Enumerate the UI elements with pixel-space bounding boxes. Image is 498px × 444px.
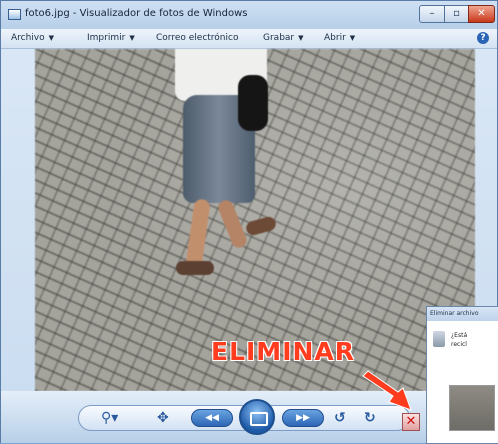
bottom-toolbar: ⚲▾ ✥ ◀◀ ▶▶ ↺ ↻ — [1, 391, 497, 443]
actual-size-icon[interactable]: ✥ — [157, 410, 169, 426]
menu-abrir-label: Abrir — [324, 33, 346, 43]
menu-imprimir[interactable]: Imprimir ▼ — [87, 33, 135, 43]
menu-bar: Archivo ▼ Imprimir ▼ Correo electrónico Gr… — [1, 29, 497, 49]
dialog-message: ¿Está recicl — [451, 332, 468, 348]
annotation-label: ELIMINAR — [211, 337, 356, 366]
next-icon[interactable]: ▶▶ — [282, 409, 324, 427]
annotation-arrow-icon — [362, 370, 412, 411]
menu-correo[interactable]: Correo electrónico — [156, 33, 238, 43]
zoom-icon[interactable]: ⚲▾ — [101, 410, 118, 426]
dialog-title[interactable]: Eliminar archivo — [427, 307, 498, 321]
menu-archivo-label: Archivo — [11, 33, 45, 43]
minimize-button[interactable]: – — [419, 5, 445, 23]
delete-icon[interactable]: ✕ — [402, 413, 420, 431]
close-button[interactable]: ✕ — [468, 5, 495, 23]
close-icon: ✕ — [477, 8, 486, 19]
minimize-icon: – — [429, 8, 435, 19]
rotate-left-icon[interactable]: ↺ — [334, 410, 346, 426]
photo-shoe — [244, 215, 278, 237]
photo-leg — [216, 198, 249, 250]
help-icon[interactable]: ? — [477, 32, 489, 44]
title-bar[interactable]: foto6.jpg - Visualizador de fotos de Win… — [1, 1, 497, 29]
maximize-button[interactable]: ▫ — [444, 5, 469, 23]
photo-bag — [238, 75, 268, 131]
menu-archivo[interactable]: Archivo ▼ — [11, 33, 54, 43]
slideshow-icon[interactable] — [239, 399, 275, 435]
previous-icon[interactable]: ◀◀ — [191, 409, 233, 427]
photo-shoe — [176, 261, 214, 275]
chevron-down-icon: ▼ — [129, 34, 135, 42]
menu-abrir[interactable]: Abrir ▼ — [324, 33, 355, 43]
dialog-body: ¿Está recicl — [427, 321, 498, 443]
photo-viewer-window: foto6.jpg - Visualizador de fotos de Win… — [0, 0, 498, 444]
menu-grabar-label: Grabar — [263, 33, 295, 43]
menu-imprimir-label: Imprimir — [87, 33, 126, 43]
chevron-down-icon: ▼ — [298, 34, 304, 42]
chevron-down-icon: ▼ — [48, 34, 55, 42]
photo-leg — [185, 198, 211, 270]
delete-dialog: Eliminar archivo ¿Está recicl — [426, 306, 498, 444]
photo-viewer-icon — [8, 9, 21, 20]
dialog-thumbnail — [449, 385, 495, 431]
recycle-bin-icon — [433, 331, 445, 347]
chevron-down-icon: ▼ — [349, 34, 356, 42]
window-title: foto6.jpg - Visualizador de fotos de Win… — [25, 8, 248, 19]
menu-correo-label: Correo electrónico — [156, 33, 239, 43]
maximize-icon: ▫ — [453, 8, 460, 19]
menu-grabar[interactable]: Grabar ▼ — [263, 33, 304, 43]
